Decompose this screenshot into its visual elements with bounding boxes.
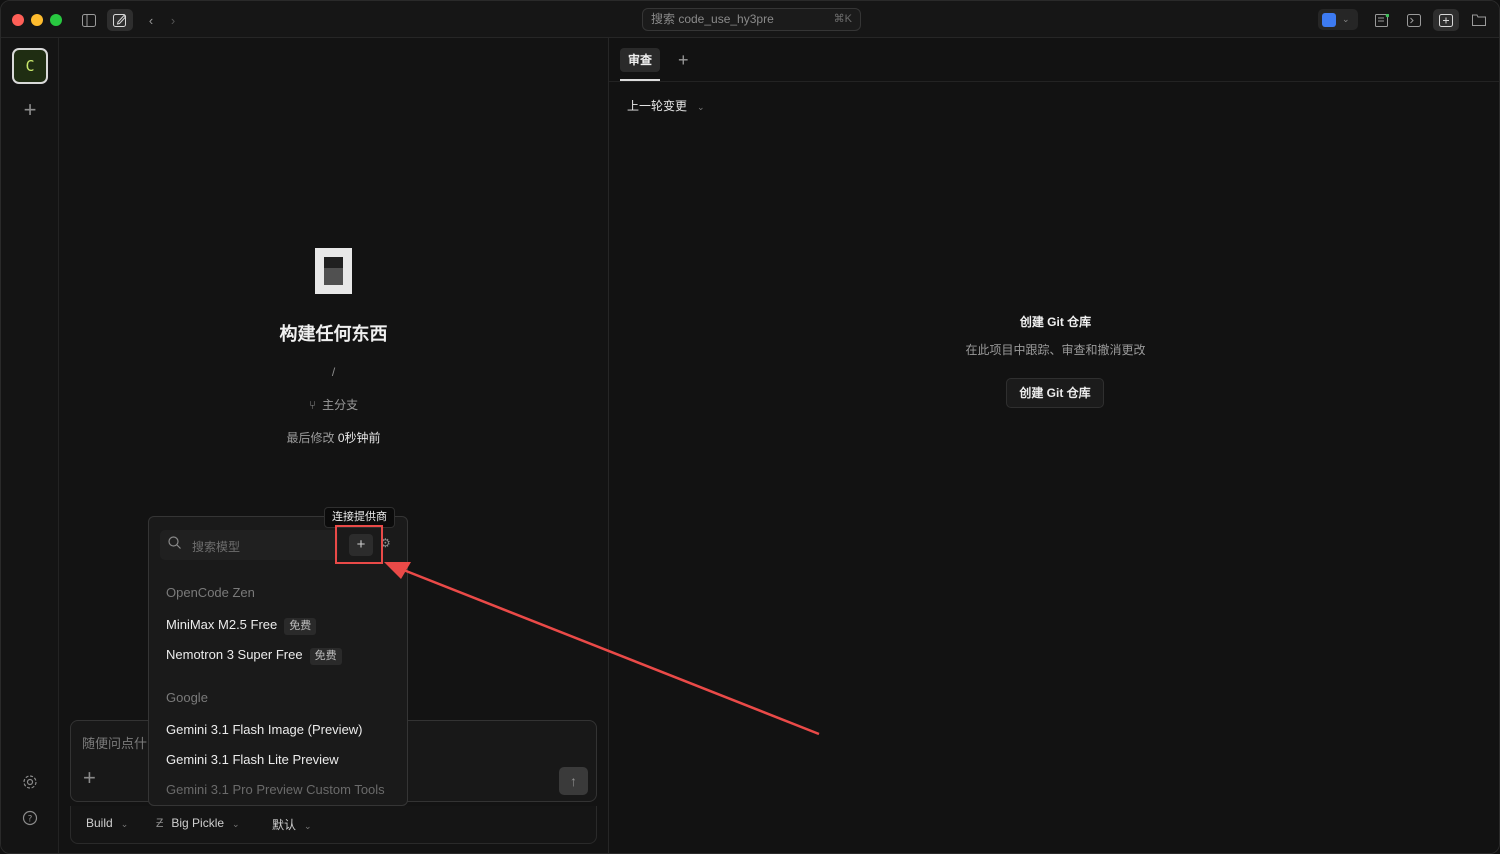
model-search-input[interactable]: 搜索模型 (160, 530, 338, 560)
model-item[interactable]: Gemini 3.1 Flash Lite Preview (166, 752, 339, 767)
agent-selector[interactable]: Build ⌄ (86, 816, 128, 830)
folder-icon[interactable] (1466, 9, 1492, 31)
project-rail: C + ? (1, 38, 59, 853)
model-item[interactable]: Gemini 3.1 Flash Image (Preview) (166, 722, 363, 737)
status-panel-icon[interactable] (1369, 9, 1395, 31)
changes-dropdown-label: 上一轮变更 (627, 99, 688, 113)
model-search-placeholder: 搜索模型 (192, 540, 241, 554)
opencode-logo (315, 248, 352, 294)
free-badge: 免费 (284, 618, 317, 635)
command-search-text: 搜索 code_use_hy3pre (651, 12, 774, 26)
variant-selector[interactable]: 默认 ⌄ (272, 816, 312, 833)
help-icon[interactable]: ? (18, 806, 42, 830)
branch-name: 主分支 (322, 398, 359, 412)
attach-plus-icon[interactable]: + (83, 767, 96, 789)
model-name: Nemotron 3 Super Free (166, 647, 303, 662)
model-item[interactable]: MiniMax M2.5 Free 免费 (166, 617, 317, 635)
tab-review[interactable]: 审查 (620, 48, 661, 72)
group-label-opencode-zen: OpenCode Zen (166, 585, 255, 600)
hero-title: 构建任何东西 (279, 324, 388, 344)
project-path: / (331, 365, 336, 379)
chevron-down-icon: ⌄ (1342, 14, 1350, 24)
empty-state-subtitle: 在此项目中跟踪、审查和撤消更改 (965, 343, 1146, 357)
prompt-placeholder: 随便问点什 (82, 736, 148, 751)
review-pane: 审查 + 上一轮变更 ⌄ 创建 Git 仓库 在此项目中跟踪、审查和撤消更改 创建… (608, 38, 1499, 853)
active-tab-indicator (620, 79, 660, 81)
chevron-down-icon: ⌄ (120, 819, 129, 829)
model-label: Big Pickle (171, 816, 225, 830)
branch-info: ⑂ 主分支 (60, 396, 607, 413)
maximize-window-button[interactable] (50, 14, 62, 26)
close-window-button[interactable] (12, 14, 24, 26)
create-git-repo-button[interactable]: 创建 Git 仓库 (1006, 378, 1104, 408)
last-modified-value: 0秒钟前 (337, 431, 381, 445)
sidebar-toggle-icon[interactable] (76, 9, 102, 31)
account-switcher[interactable]: ⌄ (1318, 9, 1358, 30)
add-project-icon[interactable]: + (18, 98, 42, 122)
model-name: MiniMax M2.5 Free (166, 617, 278, 632)
title-bar: ‹ › 搜索 code_use_hy3pre ⌘K ⌄ (1, 1, 1499, 38)
variant-label: 默认 (272, 818, 297, 832)
new-session-icon[interactable] (107, 9, 133, 31)
git-branch-icon: ⑂ (308, 398, 317, 412)
review-tabs: 审查 + (609, 38, 1499, 82)
search-icon (168, 536, 181, 552)
model-item[interactable]: Gemini 3.1 Pro Preview Custom Tools (166, 782, 385, 797)
free-badge: 免费 (309, 648, 342, 665)
chevron-down-icon: ⌄ (304, 821, 312, 831)
empty-state-title: 创建 Git 仓库 (1019, 315, 1092, 329)
composer-controls: Build ⌄ Ƶ Big Pickle ⌄ 默认 ⌄ (70, 806, 597, 844)
review-panel-icon[interactable] (1433, 9, 1459, 31)
minimize-window-button[interactable] (31, 14, 43, 26)
finder-avatar-icon (1322, 12, 1336, 27)
add-tab-icon[interactable]: + (678, 48, 689, 72)
annotation-highlight-box (335, 525, 383, 564)
search-shortcut: ⌘K (833, 13, 852, 25)
settings-gear-icon[interactable] (18, 770, 42, 794)
forward-arrow-icon[interactable]: › (160, 9, 186, 31)
last-modified-label: 最后修改 (286, 431, 335, 445)
project-avatar[interactable]: C (12, 48, 48, 84)
terminal-icon[interactable] (1401, 9, 1427, 31)
svg-text:?: ? (28, 815, 33, 825)
group-label-google: Google (166, 690, 208, 705)
last-modified: 最后修改 0秒钟前 (60, 429, 607, 446)
model-item[interactable]: Nemotron 3 Super Free 免费 (166, 647, 342, 665)
agent-label: Build (86, 816, 113, 830)
chevron-down-icon: ⌄ (697, 102, 705, 112)
changes-dropdown[interactable]: 上一轮变更 ⌄ (627, 97, 705, 114)
logo-inner-shade (324, 268, 343, 285)
model-selector[interactable]: Ƶ Big Pickle ⌄ (156, 816, 240, 830)
send-arrow-icon[interactable]: ↑ (559, 767, 588, 795)
command-search[interactable]: 搜索 code_use_hy3pre ⌘K (642, 8, 861, 31)
chevron-down-icon: ⌄ (232, 819, 240, 829)
model-provider-icon: Ƶ (156, 816, 164, 830)
app-window: ‹ › 搜索 code_use_hy3pre ⌘K ⌄ C + ? 构建任何东西… (0, 0, 1500, 854)
